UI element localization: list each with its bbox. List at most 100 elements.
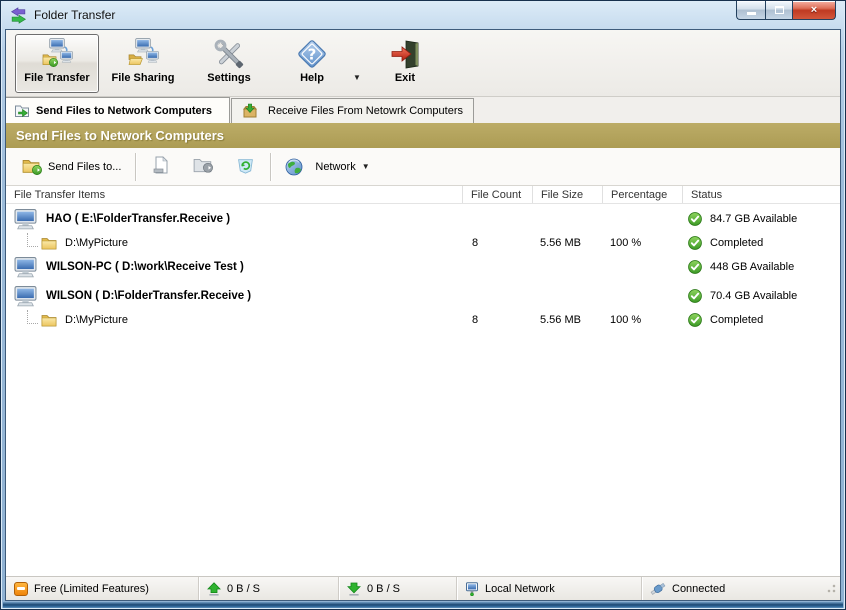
tab-receive-files[interactable]: Receive Files From Netowrk Computers [231, 98, 474, 123]
table-row-computer-wilson[interactable]: WILSON ( D:\FolderTransfer.Receive ) 70.… [6, 284, 840, 308]
close-button[interactable]: × [793, 1, 836, 20]
status-text: 70.4 GB Available [710, 290, 798, 302]
network-status-text: Local Network [485, 582, 555, 595]
page-minus-icon [153, 156, 169, 177]
help-icon [296, 38, 328, 70]
settings-tools-icon [213, 38, 245, 70]
window-title: Folder Transfer [34, 8, 116, 22]
connection-status-text: Connected [672, 582, 726, 595]
status-text: 84.7 GB Available [710, 213, 798, 225]
table-row-folder[interactable]: D:\MyPicture 8 5.56 MB 100 % Completed [6, 231, 840, 255]
computer-icon [14, 286, 37, 307]
status-check-icon [688, 289, 702, 303]
client-area: File Transfer File Sharing Settings Help… [5, 29, 841, 601]
separator [270, 152, 272, 181]
download-arrow-icon [347, 582, 361, 596]
exit-button[interactable]: Exit [367, 34, 443, 93]
refresh-icon [237, 157, 254, 177]
window-controls: × [736, 1, 836, 20]
app-transfer-icon [10, 7, 27, 24]
column-file-count[interactable]: File Count [462, 186, 532, 203]
file-transfer-button[interactable]: File Transfer [15, 33, 99, 93]
status-check-icon [688, 313, 702, 327]
main-toolbar: File Transfer File Sharing Settings Help… [6, 30, 840, 97]
folder-icon [41, 236, 57, 250]
table-row-computer-wilson-pc[interactable]: WILSON-PC ( D:\work\Receive Test ) 448 G… [6, 255, 840, 279]
maximize-button[interactable] [765, 1, 793, 20]
license-status: Free (Limited Features) [6, 577, 199, 600]
folder-icon [41, 313, 57, 327]
open-folder-button[interactable] [186, 153, 220, 181]
table-row-computer-hao[interactable]: HAO ( E:\FolderTransfer.Receive ) 84.7 G… [6, 207, 840, 231]
section-header-bar: Send Files to Network Computers [6, 123, 840, 148]
send-files-tab-icon [14, 103, 30, 119]
refresh-button[interactable] [228, 153, 262, 181]
status-check-icon [688, 260, 702, 274]
network-dropdown[interactable]: Network ▼ [279, 155, 375, 179]
computer-name: WILSON-PC ( D:\work\Receive Test ) [46, 261, 244, 273]
license-badge-icon [14, 581, 28, 596]
computer-icon [14, 209, 37, 230]
help-dropdown-icon[interactable]: ▼ [353, 73, 361, 82]
transfer-list: HAO ( E:\FolderTransfer.Receive ) 84.7 G… [6, 204, 840, 576]
column-percentage[interactable]: Percentage [602, 186, 682, 203]
settings-button[interactable]: Settings [187, 34, 271, 93]
send-folder-icon [22, 158, 42, 176]
close-icon: × [810, 3, 818, 16]
file-size-value: 5.56 MB [540, 237, 581, 249]
file-sharing-button[interactable]: File Sharing [101, 34, 185, 93]
tree-connector [27, 309, 38, 324]
status-text: Completed [710, 314, 764, 326]
upload-speed-text: 0 B / S [227, 582, 261, 595]
resize-grip[interactable] [823, 583, 837, 597]
network-status: Local Network [457, 577, 642, 600]
file-transfer-label: File Transfer [24, 71, 90, 84]
table-row-folder[interactable]: D:\MyPicture 8 5.56 MB 100 % Completed [6, 308, 840, 332]
settings-label: Settings [207, 71, 251, 84]
upload-arrow-icon [207, 582, 221, 596]
tab-send-label: Send Files to Network Computers [36, 104, 213, 117]
status-bar: Free (Limited Features) 0 B / S 0 B / S … [6, 576, 840, 600]
status-text: 448 GB Available [710, 261, 795, 273]
local-network-icon [465, 582, 479, 596]
tree-connector [27, 232, 38, 247]
remove-item-button[interactable] [144, 153, 178, 181]
computer-name: HAO ( E:\FolderTransfer.Receive ) [46, 213, 231, 225]
license-text: Free (Limited Features) [34, 582, 149, 595]
tab-bar: Send Files to Network Computers Receive … [6, 97, 840, 123]
app-window: Folder Transfer × File Transfer File Sha… [0, 0, 846, 610]
send-files-to-label: Send Files to... [48, 160, 122, 173]
tab-send-files[interactable]: Send Files to Network Computers [6, 97, 230, 123]
download-speed: 0 B / S [339, 577, 457, 600]
file-count-value: 8 [472, 237, 479, 249]
percentage-value: 100 % [610, 314, 642, 326]
status-text: Completed [710, 237, 764, 249]
file-count-value: 8 [472, 314, 479, 326]
folder-path: D:\MyPicture [65, 237, 128, 249]
download-speed-text: 0 B / S [367, 582, 401, 595]
plug-icon [650, 582, 666, 596]
help-button[interactable]: Help [273, 34, 351, 93]
exit-label: Exit [394, 71, 416, 84]
folder-path: D:\MyPicture [65, 314, 128, 326]
column-status[interactable]: Status [682, 186, 840, 203]
status-check-icon [688, 236, 702, 250]
minimize-button[interactable] [736, 1, 765, 20]
titlebar[interactable]: Folder Transfer [1, 1, 845, 29]
file-transfer-icon [41, 38, 73, 70]
send-files-to-button[interactable]: Send Files to... [16, 155, 127, 179]
maximize-icon [774, 6, 784, 14]
file-sharing-label: File Sharing [111, 71, 175, 84]
column-file-transfer-items[interactable]: File Transfer Items [6, 186, 462, 203]
network-label: Network [315, 160, 356, 173]
help-label: Help [300, 71, 324, 84]
connection-status: Connected [642, 577, 823, 600]
receive-files-tab-icon [242, 103, 258, 119]
upload-speed: 0 B / S [199, 577, 339, 600]
column-file-size[interactable]: File Size [532, 186, 602, 203]
action-toolbar: Send Files to... Network ▼ [6, 148, 840, 186]
computer-icon [14, 257, 37, 278]
separator [135, 152, 137, 181]
file-size-value: 5.56 MB [540, 314, 581, 326]
folder-go-icon [193, 157, 213, 176]
